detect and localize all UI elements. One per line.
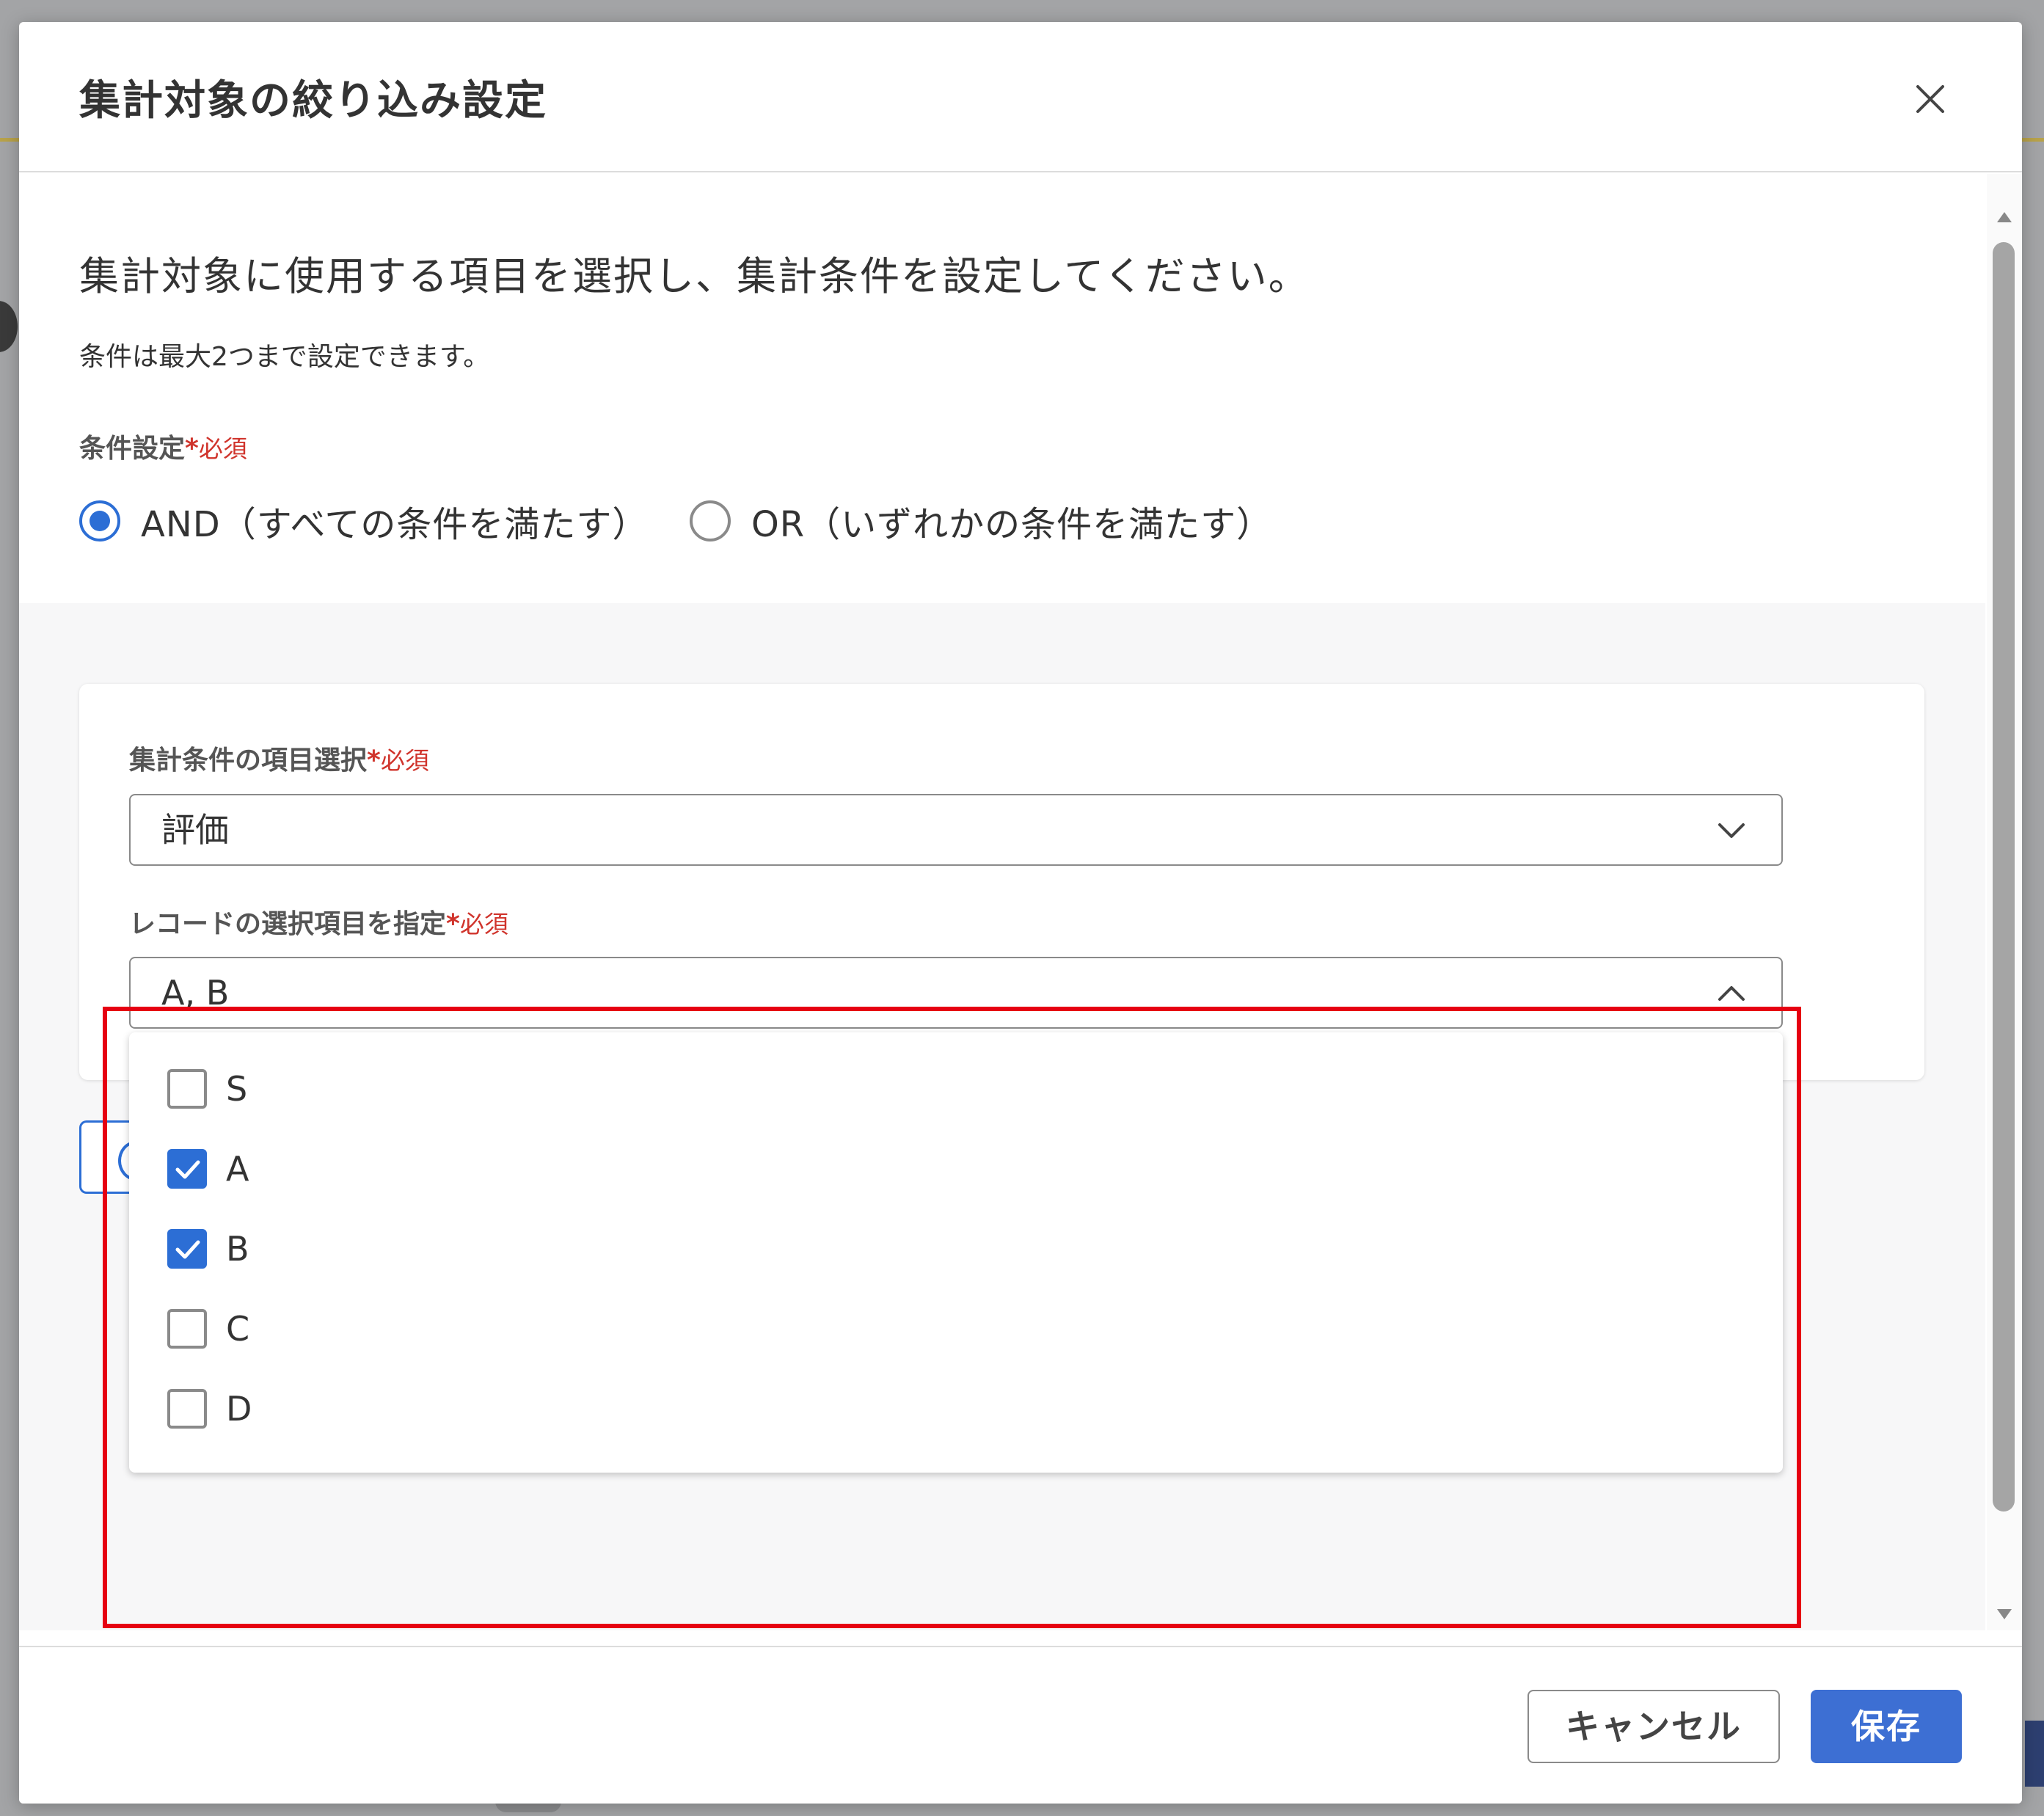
- scrollbar-thumb[interactable]: [1993, 242, 2015, 1511]
- option-label: D: [226, 1389, 252, 1429]
- radio-or-label: OR（いずれかの条件を満たす）: [751, 504, 1273, 545]
- required-text: 必須: [459, 910, 508, 938]
- modal-footer: キャンセル 保存: [19, 1646, 2022, 1804]
- filter-settings-modal: 集計対象の絞り込み設定 集計対象に使用する項目を選択し、集計条件を設定してくださ…: [19, 22, 2022, 1804]
- modal-title: 集計対象の絞り込み設定: [79, 77, 547, 125]
- modal-header: 集計対象の絞り込み設定: [19, 22, 2022, 172]
- check-icon: [175, 1160, 200, 1179]
- item-select-label-text: 集計条件の項目選択: [129, 745, 368, 776]
- option-label: S: [226, 1069, 248, 1109]
- option-d[interactable]: D: [167, 1389, 252, 1429]
- checkbox-checked[interactable]: [167, 1149, 207, 1189]
- scroll-down-arrow-icon[interactable]: [1996, 1605, 2013, 1622]
- required-mark: *: [446, 909, 460, 939]
- cancel-button[interactable]: キャンセル: [1527, 1690, 1780, 1763]
- record-select-dropdown[interactable]: A, B: [129, 957, 1783, 1029]
- option-c[interactable]: C: [167, 1309, 249, 1349]
- intro-section: 集計対象に使用する項目を選択し、集計条件を設定してください。 条件は最大2つまで…: [19, 174, 1985, 603]
- item-select-label: 集計条件の項目選択*必須: [129, 739, 429, 777]
- radio-and-label: AND（すべての条件を満たす）: [141, 504, 649, 545]
- save-button[interactable]: 保存: [1811, 1690, 1962, 1763]
- check-icon: [175, 1240, 200, 1259]
- close-icon: [1916, 85, 1944, 113]
- scroll-up-arrow-icon[interactable]: [1996, 209, 2013, 227]
- option-label: A: [226, 1149, 249, 1189]
- intro-text: 集計対象に使用する項目を選択し、集計条件を設定してください。: [79, 253, 1310, 299]
- item-select-dropdown[interactable]: 評価: [129, 794, 1783, 866]
- required-text: 必須: [380, 746, 429, 775]
- option-s[interactable]: S: [167, 1069, 247, 1109]
- intro-subtext: 条件は最大2つまで設定できます。: [79, 342, 490, 372]
- background-avatar: [0, 301, 18, 352]
- option-b[interactable]: B: [167, 1229, 249, 1269]
- checkbox[interactable]: [167, 1389, 207, 1429]
- condition-label-text: 条件設定: [79, 434, 186, 464]
- radio-and[interactable]: AND（すべての条件を満たす）: [79, 495, 648, 547]
- required-mark: *: [367, 745, 381, 776]
- radio-or[interactable]: OR（いずれかの条件を満たす）: [690, 495, 1272, 547]
- radio-button[interactable]: [690, 500, 731, 541]
- required-text: 必須: [198, 434, 247, 463]
- condition-label: 条件設定*必須: [79, 427, 247, 465]
- record-select-label: レコードの選択項目を指定*必須: [129, 902, 508, 941]
- item-select-value: 評価: [161, 810, 229, 850]
- background-badge: [2025, 1721, 2044, 1787]
- close-button[interactable]: [1905, 73, 1956, 125]
- checkbox[interactable]: [167, 1069, 207, 1109]
- checkbox[interactable]: [167, 1309, 207, 1349]
- record-options-list: S A B C D: [129, 1032, 1783, 1473]
- modal-body: 集計対象に使用する項目を選択し、集計条件を設定してください。 条件は最大2つまで…: [19, 174, 1985, 1630]
- option-a[interactable]: A: [167, 1149, 249, 1189]
- chevron-down-icon: [1718, 823, 1745, 838]
- radio-button-checked[interactable]: [79, 500, 120, 541]
- scrollbar[interactable]: [1987, 174, 2022, 1630]
- option-label: B: [226, 1229, 249, 1269]
- option-label: C: [226, 1309, 250, 1349]
- checkbox-checked[interactable]: [167, 1229, 207, 1269]
- chevron-up-icon: [1718, 986, 1745, 1001]
- required-mark: *: [185, 434, 199, 464]
- background-app: [0, 0, 2044, 21]
- background-accent-line: [2022, 138, 2044, 142]
- record-select-label-text: レコードの選択項目を指定: [129, 909, 447, 939]
- record-select-value: A, B: [161, 973, 230, 1013]
- background-accent-line: [0, 138, 19, 142]
